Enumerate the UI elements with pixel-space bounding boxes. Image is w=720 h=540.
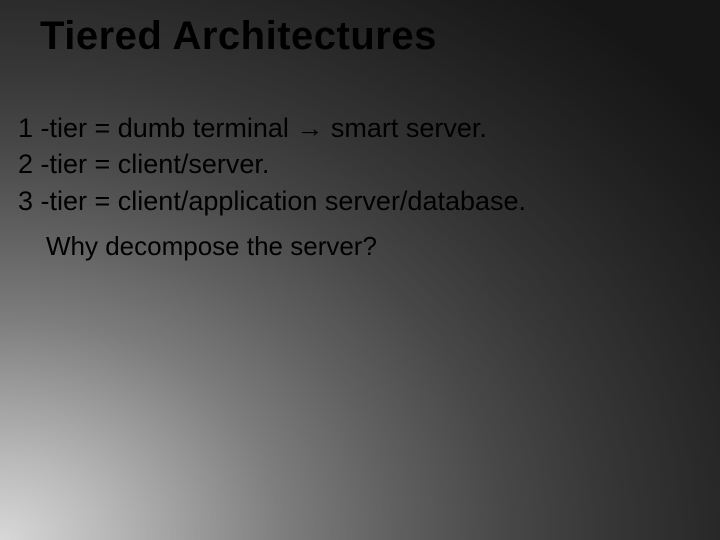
arrow-right-icon: → (296, 113, 323, 143)
tier-2-line: 2 -tier = client/server. (18, 146, 700, 182)
tier-1-pre: 1 -tier = dumb terminal (18, 113, 296, 143)
tier-1-line: 1 -tier = dumb terminal → smart server. (18, 110, 700, 146)
tier-3-line: 3 -tier = client/application server/data… (18, 183, 700, 219)
question-line: Why decompose the server? (46, 229, 700, 264)
tier-1-post: smart server. (323, 113, 487, 143)
slide-title: Tiered Architectures (40, 14, 437, 59)
slide-body: 1 -tier = dumb terminal → smart server. … (18, 110, 700, 264)
slide: Tiered Architectures 1 -tier = dumb term… (0, 0, 720, 540)
